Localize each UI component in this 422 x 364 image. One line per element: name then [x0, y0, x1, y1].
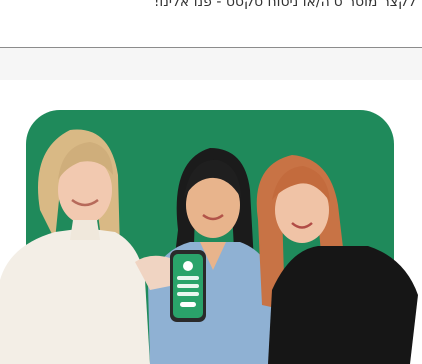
banner-text: לקצר מוסר ס'ה/או ניסוח טקסט - פנו אלינו!	[153, 0, 416, 10]
top-banner: לקצר מוסר ס'ה/או ניסוח טקסט - פנו אלינו!	[0, 0, 422, 47]
gray-band	[0, 48, 422, 80]
hero-image	[0, 80, 422, 364]
team-photo-illustration	[0, 110, 418, 364]
phone-icon	[170, 250, 206, 322]
